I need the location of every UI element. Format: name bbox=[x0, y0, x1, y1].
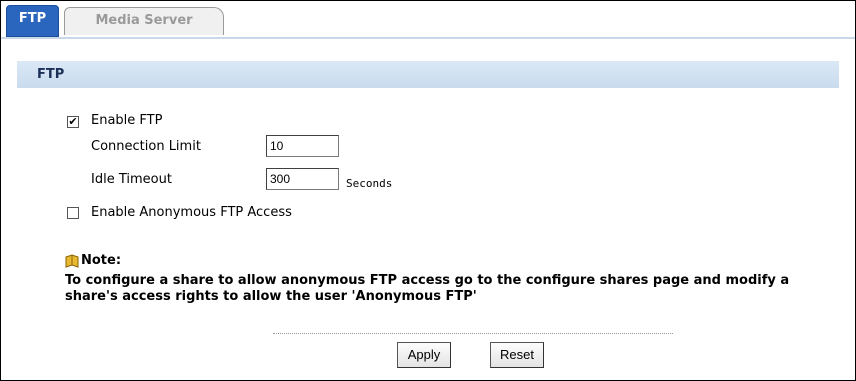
connection-limit-label: Connection Limit bbox=[91, 139, 201, 154]
divider bbox=[273, 333, 673, 334]
enable-anonymous-ftp-label: Enable Anonymous FTP Access bbox=[91, 205, 292, 220]
apply-button[interactable]: Apply bbox=[397, 342, 451, 368]
tab-bar: FTP Media Server bbox=[1, 1, 855, 39]
tab-ftp[interactable]: FTP bbox=[6, 5, 59, 37]
note-title: Note: bbox=[81, 253, 122, 268]
idle-timeout-label: Idle Timeout bbox=[91, 172, 172, 187]
enable-anonymous-ftp-checkbox[interactable] bbox=[67, 207, 79, 219]
note-text: To configure a share to allow anonymous … bbox=[65, 273, 790, 304]
enable-ftp-checkbox[interactable]: ✔ bbox=[67, 116, 79, 128]
checkmark-icon: ✔ bbox=[68, 115, 78, 128]
ftp-settings-panel: FTP Media Server FTP ✔ Enable FTP Connec… bbox=[0, 0, 856, 381]
idle-timeout-input[interactable] bbox=[266, 168, 339, 190]
idle-timeout-unit: Seconds bbox=[346, 177, 393, 190]
connection-limit-input[interactable] bbox=[266, 135, 339, 157]
reset-button[interactable]: Reset bbox=[490, 342, 544, 368]
enable-ftp-label: Enable FTP bbox=[91, 113, 163, 128]
note-book-icon bbox=[65, 254, 79, 268]
section-header-ftp: FTP bbox=[17, 61, 839, 88]
tab-media-server[interactable]: Media Server bbox=[64, 7, 224, 35]
